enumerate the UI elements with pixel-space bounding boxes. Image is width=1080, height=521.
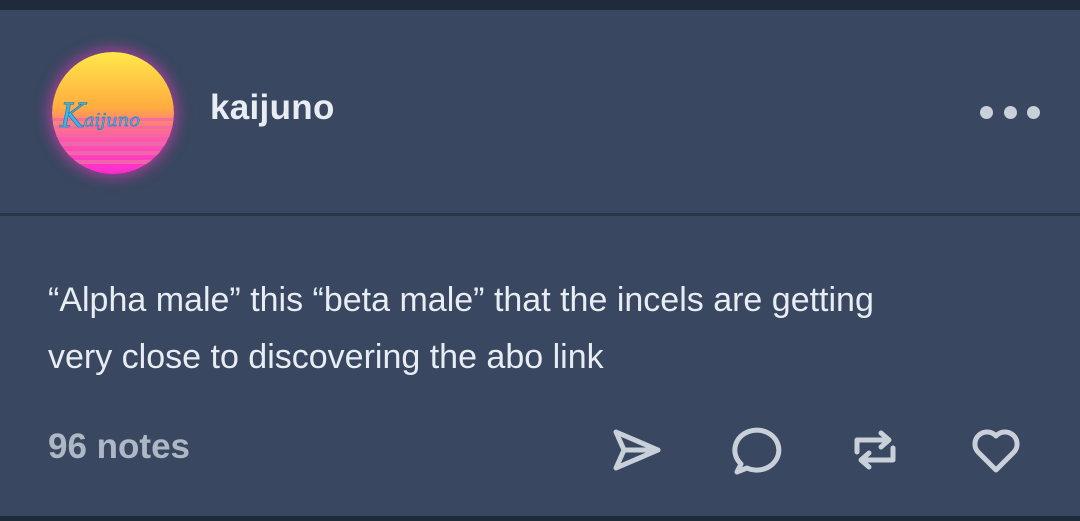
- avatar-image: K aijuno: [52, 52, 174, 174]
- reply-icon: [732, 427, 782, 475]
- like-icon: [972, 429, 1020, 473]
- post-body-line: “Alpha male” this “beta male” that the i…: [48, 281, 874, 319]
- header-divider: [0, 213, 1080, 216]
- post-body-line: very close to discovering the abo link: [48, 338, 604, 376]
- share-button[interactable]: [606, 420, 666, 480]
- post-body: “Alpha male” this “beta male” that the i…: [48, 272, 1038, 386]
- reblog-button[interactable]: [845, 420, 905, 480]
- more-options-button[interactable]: [980, 102, 1040, 122]
- username[interactable]: kaijuno: [210, 88, 335, 128]
- share-icon: [613, 429, 661, 471]
- like-button[interactable]: [966, 420, 1026, 480]
- avatar[interactable]: K aijuno: [52, 52, 174, 174]
- reblog-icon: [854, 430, 896, 470]
- notes-count[interactable]: 96 notes: [48, 427, 190, 467]
- more-options-icon: [980, 105, 993, 119]
- post-card: K aijuno kaijuno “Alpha male” this “beta…: [0, 10, 1080, 516]
- reply-button[interactable]: [725, 420, 785, 480]
- svg-text:aijuno: aijuno: [84, 110, 140, 131]
